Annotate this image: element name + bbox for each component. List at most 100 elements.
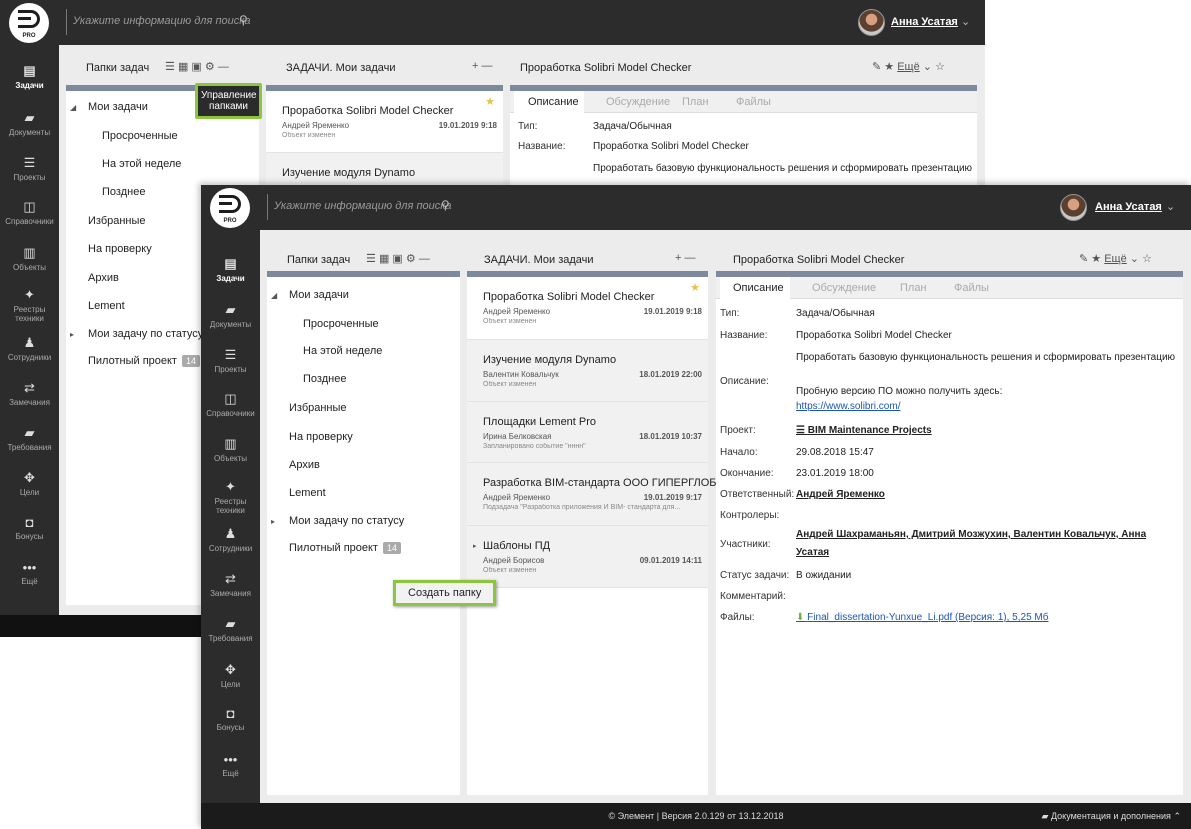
nav-item-projects[interactable]: ☰ Проекты	[201, 347, 260, 374]
folder-overdue[interactable]: Просроченные	[102, 130, 178, 142]
tab-plan[interactable]: План	[682, 96, 709, 108]
nav-item-employees[interactable]: ♟ Сотрудники	[201, 526, 260, 553]
nav-item-more[interactable]: ••• Ещё	[0, 560, 59, 586]
collapsed-arrow-icon[interactable]: ▸	[70, 330, 74, 339]
folder-my-tasks[interactable]: Мои задачи	[88, 101, 148, 113]
add-icon[interactable]: +	[472, 60, 478, 72]
nav-item-documents[interactable]: ▰ Документы	[201, 302, 260, 329]
search-input[interactable]: Укажите информацию для поиска	[73, 15, 251, 27]
avatar[interactable]	[858, 9, 885, 36]
nav-item-machinery[interactable]: ✦ Реестры техники	[0, 287, 59, 323]
folder-by-status[interactable]: Мои задачу по статусу	[289, 515, 404, 527]
participants-line1[interactable]: Андрей Шахраманьян, Дмитрий Мозжухин, Ва…	[796, 529, 1146, 540]
tab-files[interactable]: Файлы	[736, 96, 771, 108]
folder-archive[interactable]: Архив	[289, 459, 320, 471]
avatar[interactable]	[1060, 194, 1087, 221]
nav-item-machinery[interactable]: ✦ Реестры техники	[201, 479, 260, 515]
nav-item-employees[interactable]: ♟ Сотрудники	[0, 335, 59, 362]
search-input[interactable]: Укажите информацию для поиска	[274, 200, 452, 212]
folder-pilot[interactable]: Пилотный проект 14	[289, 542, 401, 554]
collapsed-arrow-icon[interactable]: ▸	[271, 517, 275, 526]
nav-item-remarks[interactable]: ⇄ Замечания	[0, 380, 59, 407]
docs-link[interactable]: ▰ Документация и дополнения ⌃	[1042, 811, 1181, 822]
list-view-icon[interactable]: ☰	[366, 253, 376, 265]
task-item[interactable]: Разработка BIM-стандарта ООО ГИПЕРГЛОБ. …	[467, 463, 720, 526]
nav-item-more[interactable]: ••• Ещё	[201, 752, 260, 778]
minimize-icon[interactable]: —	[685, 252, 696, 264]
pin-icon[interactable]: ☆	[935, 61, 945, 73]
tab-description[interactable]: Описание	[528, 96, 579, 108]
tab-description[interactable]: Описание	[733, 282, 784, 294]
nav-item-bonuses[interactable]: ◘ Бонусы	[0, 515, 59, 541]
chevron-down-icon[interactable]: ⌄	[1166, 200, 1175, 213]
star-icon[interactable]: ★	[485, 95, 495, 108]
gear-icon[interactable]: ⚙	[205, 61, 215, 73]
nav-item-objects[interactable]: ▥ Объекты	[0, 245, 59, 272]
chevron-down-icon[interactable]: ⌄	[961, 15, 970, 28]
nav-item-requirements[interactable]: ▰ Требования	[0, 425, 59, 452]
nav-item-tasks[interactable]: ▤ Задачи	[201, 256, 260, 283]
responsible-link[interactable]: Андрей Яременко	[796, 489, 885, 500]
solibri-link[interactable]: https://www.solibri.com/	[796, 401, 900, 412]
tab-plan[interactable]: План	[900, 282, 927, 294]
grid-view-icon[interactable]: ▦	[379, 253, 389, 265]
search-icon[interactable]: ⚲	[441, 198, 450, 212]
folder-my-tasks[interactable]: Мои задачи	[289, 289, 349, 301]
folder-overdue[interactable]: Просроченные	[303, 318, 379, 330]
folder-review[interactable]: На проверку	[289, 431, 353, 443]
nav-item-projects[interactable]: ☰ Проекты	[0, 155, 59, 182]
task-item[interactable]: Проработка Solibri Model Checker Андрей …	[467, 277, 708, 340]
folder-pilot[interactable]: Пилотный проект 14	[88, 355, 200, 367]
file-link[interactable]: ⬇ Final_dissertation-Yunxue_Li.pdf (Верс…	[796, 612, 1048, 623]
folder-lement[interactable]: Lement	[88, 300, 125, 312]
list-view-icon[interactable]: ☰	[165, 61, 175, 73]
edit-icon[interactable]: ✎	[872, 61, 881, 73]
minimize-icon[interactable]: —	[419, 253, 430, 265]
nav-item-goals[interactable]: ✥ Цели	[201, 662, 260, 689]
nav-item-references[interactable]: ◫ Справочники	[201, 391, 260, 418]
nav-item-remarks[interactable]: ⇄ Замечания	[201, 571, 260, 598]
project-link[interactable]: ☰ BIM Maintenance Projects	[796, 425, 932, 436]
user-name[interactable]: Анна Усатая	[1095, 201, 1162, 213]
user-name[interactable]: Анна Усатая	[891, 16, 958, 28]
tab-files[interactable]: Файлы	[954, 282, 989, 294]
create-folder-menu-item[interactable]: Создать папку	[393, 580, 497, 606]
calendar-icon[interactable]: ▣	[191, 61, 201, 73]
gear-icon[interactable]: ⚙	[406, 253, 416, 265]
tab-discussion[interactable]: Обсуждение	[812, 282, 876, 294]
folder-by-status[interactable]: Мои задачу по статусу	[88, 328, 203, 340]
folder-favorites[interactable]: Избранные	[289, 402, 347, 414]
nav-item-tasks[interactable]: ▤ Задачи	[0, 63, 59, 90]
chevron-down-icon[interactable]: ⌄	[1130, 253, 1139, 265]
folder-later[interactable]: Позднее	[303, 373, 346, 385]
download-icon[interactable]: ⬇	[796, 612, 804, 623]
minimize-icon[interactable]: —	[218, 61, 229, 73]
task-item[interactable]: Площадки Lement Pro Ирина Белковская 18.…	[467, 402, 708, 463]
expanded-arrow-icon[interactable]: ◢	[271, 291, 277, 300]
app-logo[interactable]: PRO	[9, 3, 49, 43]
star-icon[interactable]: ★	[884, 61, 894, 73]
more-menu[interactable]: Ещё	[1104, 253, 1127, 265]
task-item[interactable]: Изучение модуля Dynamo Валентин Ковальчу…	[467, 340, 708, 402]
folder-later[interactable]: Позднее	[102, 186, 145, 198]
nav-item-documents[interactable]: ▰ Документы	[0, 110, 59, 137]
participants-line2[interactable]: Усатая	[796, 547, 829, 558]
expanded-arrow-icon[interactable]: ◢	[70, 103, 76, 112]
folder-archive[interactable]: Архив	[88, 272, 119, 284]
task-item[interactable]: Проработка Solibri Model Checker Андрей …	[266, 91, 503, 153]
expand-arrow-icon[interactable]: ▸	[473, 542, 477, 550]
add-icon[interactable]: +	[675, 252, 681, 264]
nav-item-objects[interactable]: ▥ Объекты	[201, 436, 260, 463]
minimize-icon[interactable]: —	[482, 60, 493, 72]
search-icon[interactable]: ⚲	[239, 13, 248, 27]
folder-review[interactable]: На проверку	[88, 243, 152, 255]
nav-item-goals[interactable]: ✥ Цели	[0, 470, 59, 497]
app-logo[interactable]: PRO	[210, 188, 250, 228]
pin-icon[interactable]: ☆	[1142, 253, 1152, 265]
calendar-icon[interactable]: ▣	[392, 253, 402, 265]
tab-discussion[interactable]: Обсуждение	[606, 96, 670, 108]
folder-this-week[interactable]: На этой неделе	[303, 345, 382, 357]
star-icon[interactable]: ★	[1091, 253, 1101, 265]
folder-favorites[interactable]: Избранные	[88, 215, 146, 227]
nav-item-bonuses[interactable]: ◘ Бонусы	[201, 706, 260, 732]
